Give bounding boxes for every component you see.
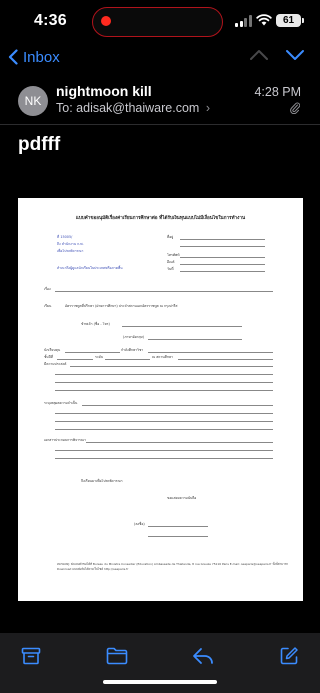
- doc-phone-label: โทรศัพท์: [167, 253, 180, 257]
- doc-to-label: เรียน: [44, 304, 52, 308]
- doc-signature-line: [148, 526, 208, 527]
- doc-field-line: [122, 326, 242, 327]
- doc-field-line: [65, 352, 120, 353]
- doc-email-label: อีเมล์: [167, 260, 175, 264]
- doc-field-line: [55, 390, 273, 391]
- to-prefix: To:: [56, 101, 73, 115]
- doc-for-consideration: เพื่อโปรดพิจารณา: [57, 249, 84, 253]
- chevron-right-icon: ›: [205, 101, 210, 115]
- doc-year-label: ชั้นปีที่: [44, 355, 54, 359]
- doc-school-label: ณ สถานศึกษา: [152, 355, 173, 359]
- status-time: 4:36: [34, 12, 67, 29]
- doc-ref-number: ที่ 15005/: [57, 235, 73, 239]
- doc-field-line: [178, 359, 273, 360]
- doc-field-line: [55, 374, 273, 375]
- doc-field-line: [55, 413, 273, 414]
- doc-passport-label: (ภาษาอังกฤษ): [123, 335, 144, 339]
- doc-field-line: [180, 246, 265, 247]
- reply-button[interactable]: [190, 643, 216, 669]
- cellular-signal-icon: [235, 15, 252, 27]
- compose-icon: [280, 647, 298, 665]
- recording-indicator-icon: [101, 16, 111, 26]
- message-header: NK nightmoon kill To: adisak@thaiware.co…: [0, 78, 320, 124]
- doc-docs-label: เอกสารประกอบการพิจารณา: [44, 438, 86, 442]
- status-bar: 4:36 61: [0, 0, 320, 42]
- doc-field-line: [180, 264, 265, 265]
- wifi-icon: [256, 14, 272, 26]
- doc-field-line: [82, 405, 273, 406]
- doc-address-label: ที่อยู่: [167, 235, 174, 239]
- nav-bar: Inbox: [0, 42, 320, 72]
- doc-reason-label: ระบุเหตุผลความจำเป็น: [44, 401, 78, 405]
- archive-button[interactable]: [18, 643, 44, 669]
- doc-field-line: [55, 291, 273, 292]
- doc-purpose-label: มีความประสงค์: [44, 362, 67, 366]
- home-indicator[interactable]: [103, 680, 217, 684]
- doc-field-line: [86, 442, 273, 443]
- header-divider: [0, 124, 320, 125]
- next-message-icon[interactable]: [285, 48, 305, 62]
- move-to-folder-button[interactable]: [104, 643, 130, 669]
- doc-field-line: [148, 536, 208, 537]
- folder-icon: [106, 647, 128, 665]
- doc-level-label: ระดับ: [95, 355, 103, 359]
- doc-field-line: [55, 421, 273, 422]
- doc-field-line: [55, 458, 273, 459]
- message-subject: pdfff: [18, 134, 61, 155]
- archive-icon: [21, 647, 41, 665]
- doc-field-line: [55, 429, 273, 430]
- doc-study-level: กำลังศึกษาวิชา: [121, 348, 144, 352]
- doc-field-line: [180, 257, 265, 258]
- doc-sign-label: (ลงชื่อ): [134, 522, 145, 526]
- reply-icon: [193, 648, 213, 664]
- sender-name[interactable]: nightmoon kill: [56, 83, 152, 99]
- doc-to-text: อัครราชทูตที่ปรึกษา (ฝ่ายการศึกษา) ประจำ…: [65, 304, 178, 308]
- doc-field-line: [180, 271, 265, 272]
- doc-regards: ขอแสดงความนับถือ: [167, 496, 197, 500]
- doc-to-office: ถึง สำนักงาน ก.พ.: [57, 242, 84, 246]
- doc-field-line: [55, 450, 273, 451]
- doc-field-line: [57, 359, 93, 360]
- doc-footer-note: หมายเหตุ: ส่งแบบคำขอได้ที่ Bureau du Min…: [57, 562, 289, 571]
- recipient-address: adisak@thaiware.com: [76, 101, 200, 115]
- attachment-icon: [290, 102, 300, 114]
- doc-field-line: [70, 366, 273, 367]
- doc-copy-to: สำเนาถึงผู้ดูแลนักเรียนในประเทศหรือภาคพื…: [57, 266, 123, 270]
- previous-message-icon[interactable]: [249, 48, 269, 62]
- doc-field-line: [55, 382, 273, 383]
- compose-button[interactable]: [276, 643, 302, 669]
- back-label: Inbox: [23, 48, 60, 66]
- dynamic-island[interactable]: [92, 7, 223, 37]
- chevron-left-icon: [8, 49, 18, 65]
- pdf-attachment-preview[interactable]: แบบคำขออนุมัติเรื่องค่าเรียนการศึกษาต่อ …: [18, 198, 303, 601]
- doc-field-line: [148, 339, 242, 340]
- doc-field-line: [105, 359, 150, 360]
- avatar[interactable]: NK: [18, 86, 48, 116]
- doc-study-label: นักเรียนทุน: [44, 348, 61, 352]
- doc-date-label: วันที่: [167, 267, 174, 271]
- recipient-line[interactable]: To: adisak@thaiware.com ›: [56, 101, 210, 115]
- doc-closing: จึงเรียนมาเพื่อโปรดพิจารณา: [81, 479, 123, 483]
- back-to-inbox-button[interactable]: Inbox: [8, 46, 60, 68]
- doc-subject-label: เรื่อง: [44, 287, 51, 291]
- bottom-toolbar: [0, 633, 320, 693]
- document-title: แบบคำขออนุมัติเรื่องค่าเรียนการศึกษาต่อ …: [75, 216, 246, 221]
- message-time: 4:28 PM: [254, 85, 301, 99]
- battery-icon: 61: [276, 14, 304, 27]
- doc-field-line: [148, 352, 273, 353]
- doc-name-label: ข้าพเจ้า (ชื่อ - โทร): [81, 322, 110, 326]
- doc-field-line: [180, 239, 265, 240]
